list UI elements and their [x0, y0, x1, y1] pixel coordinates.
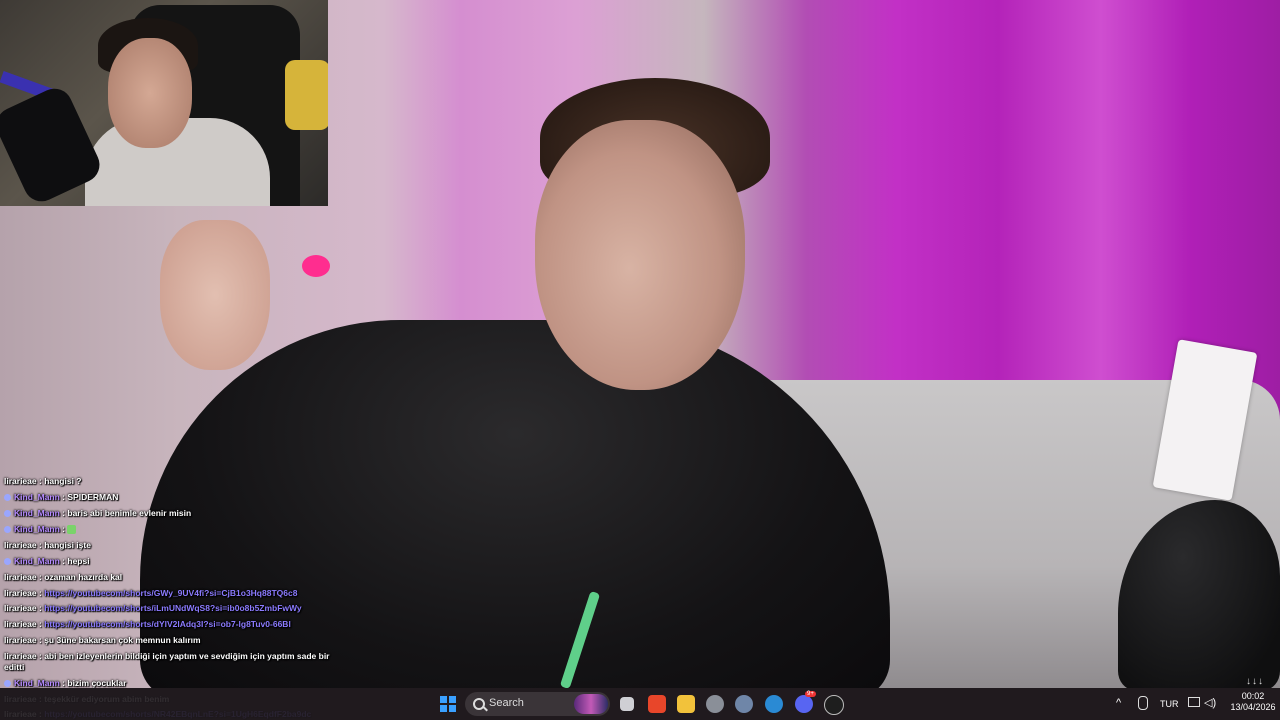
chat-badge-icon [4, 526, 11, 534]
start-button[interactable] [440, 696, 456, 712]
folder-icon[interactable] [677, 695, 695, 713]
clock-time: 00:02 [1241, 691, 1265, 701]
chat-badge-icon [4, 510, 11, 518]
person-face [535, 120, 745, 390]
chat-username[interactable]: Kind_Mann [14, 556, 60, 566]
green-emoji-icon [67, 525, 77, 535]
settings-icon[interactable] [706, 695, 724, 713]
clock[interactable]: 00:02 13/04/2026 [1228, 691, 1278, 713]
chat-message: Kind_Mann : baris abi benimle evlenir mi… [4, 508, 334, 519]
tray-overflow-chevron-icon[interactable]: ^ [1116, 697, 1121, 709]
chatgpt-icon[interactable] [824, 695, 844, 715]
chat-message: lirarieae : https://youtubecom/shorts/iL… [4, 603, 334, 614]
chat-text: ozaman hazırda kal [44, 572, 123, 582]
chat-message: lirarieae : https://youtubecom/shorts/dY… [4, 619, 334, 630]
search-label: Search [489, 697, 524, 709]
network-icon[interactable] [1188, 697, 1200, 707]
chat-text: hangisi ? [44, 476, 82, 486]
chat-message: lirarieae : ozaman hazırda kal [4, 572, 334, 583]
chat-username[interactable]: lirarieae [4, 476, 37, 486]
brave-browser-icon[interactable] [648, 695, 666, 713]
streamer-face [108, 38, 192, 148]
chat-username[interactable]: Kind_Mann [14, 524, 60, 534]
pink-pen-cap [302, 255, 330, 277]
language-indicator[interactable]: TUR [1160, 699, 1179, 709]
chat-text: bizim çocuklar [67, 678, 127, 688]
chat-username[interactable]: lirarieae [4, 540, 37, 550]
chat-text: abi ben izleyenlerin bildiği için yaptım… [4, 651, 330, 672]
chat-overlay: lirarieae : hangisi ? Kind_Mann : SPIDERM… [0, 474, 340, 720]
chat-message: Kind_Mann : SPIDERMAN [4, 492, 334, 503]
taskbar-search[interactable]: Search [465, 692, 610, 716]
chat-username[interactable]: lirarieae [4, 619, 37, 629]
chat-username[interactable]: lirarieae [4, 651, 37, 661]
chat-username[interactable]: Kind_Mann [14, 678, 60, 688]
chat-badge-icon [4, 680, 11, 688]
search-icon [473, 698, 485, 710]
chat-badge-icon [4, 558, 11, 566]
chat-separator: : [59, 524, 68, 534]
windows-logo-icon [440, 696, 447, 703]
windows-logo-tile [440, 705, 447, 712]
chat-link[interactable]: https://youtubecom/shorts/GWy_9UV4fi?si=… [44, 588, 297, 598]
chat-username[interactable]: lirarieae [4, 603, 37, 613]
file-explorer-icon[interactable] [620, 697, 634, 711]
chat-message: lirarieae : https://youtubecom/shorts/GW… [4, 588, 334, 599]
chat-message: Kind_Mann : hepsi [4, 556, 334, 567]
chat-message: Kind_Mann : [4, 524, 334, 535]
chat-text: hangisi işte [44, 540, 91, 550]
discord-icon[interactable]: 9+ [795, 691, 816, 713]
chat-text: şu 3üne bakarsan çok memnun kalırım [44, 635, 201, 645]
corner-indicator: ↓↓↓ [1246, 676, 1264, 687]
streamer-webcam [0, 0, 328, 206]
windows-taskbar: Search 9+ ^ TUR ◁) 00:02 13/04/2026 [0, 688, 1280, 720]
chat-link[interactable]: https://youtubecom/shorts/dYlV2lAdq3I?si… [44, 619, 291, 629]
pointing-hand [160, 220, 270, 370]
edge-browser-icon[interactable] [765, 695, 783, 713]
search-highlight-image [574, 694, 608, 714]
chat-message: lirarieae : abi ben izleyenlerin bildiği… [4, 651, 334, 673]
chat-username[interactable]: Kind_Mann [14, 508, 60, 518]
discord-badge: 9+ [805, 691, 816, 697]
chat-message: lirarieae : hangisi işte [4, 540, 334, 551]
chat-username[interactable]: lirarieae [4, 635, 37, 645]
chat-link[interactable]: https://youtubecom/shorts/iLmUNdWqS8?si=… [44, 603, 301, 613]
clock-date: 13/04/2026 [1230, 702, 1276, 712]
volume-icon[interactable]: ◁) [1204, 696, 1216, 709]
chat-badge-icon [4, 494, 11, 502]
chat-message: lirarieae : hangisi ? [4, 476, 334, 487]
chat-text: SPIDERMAN [67, 492, 119, 502]
yellow-pillow [285, 60, 328, 130]
microphone-icon[interactable] [1138, 696, 1148, 710]
chat-text: baris abi benimle evlenir misin [67, 508, 192, 518]
chat-text: hepsi [67, 556, 90, 566]
chat-username[interactable]: lirarieae [4, 572, 37, 582]
windows-logo-tile [449, 696, 456, 703]
chat-message: lirarieae : şu 3üne bakarsan çok memnun … [4, 635, 334, 646]
chat-username[interactable]: lirarieae [4, 588, 37, 598]
windows-logo-tile [449, 705, 456, 712]
chat-username[interactable]: Kind_Mann [14, 492, 60, 502]
network-app-icon[interactable] [735, 695, 753, 713]
